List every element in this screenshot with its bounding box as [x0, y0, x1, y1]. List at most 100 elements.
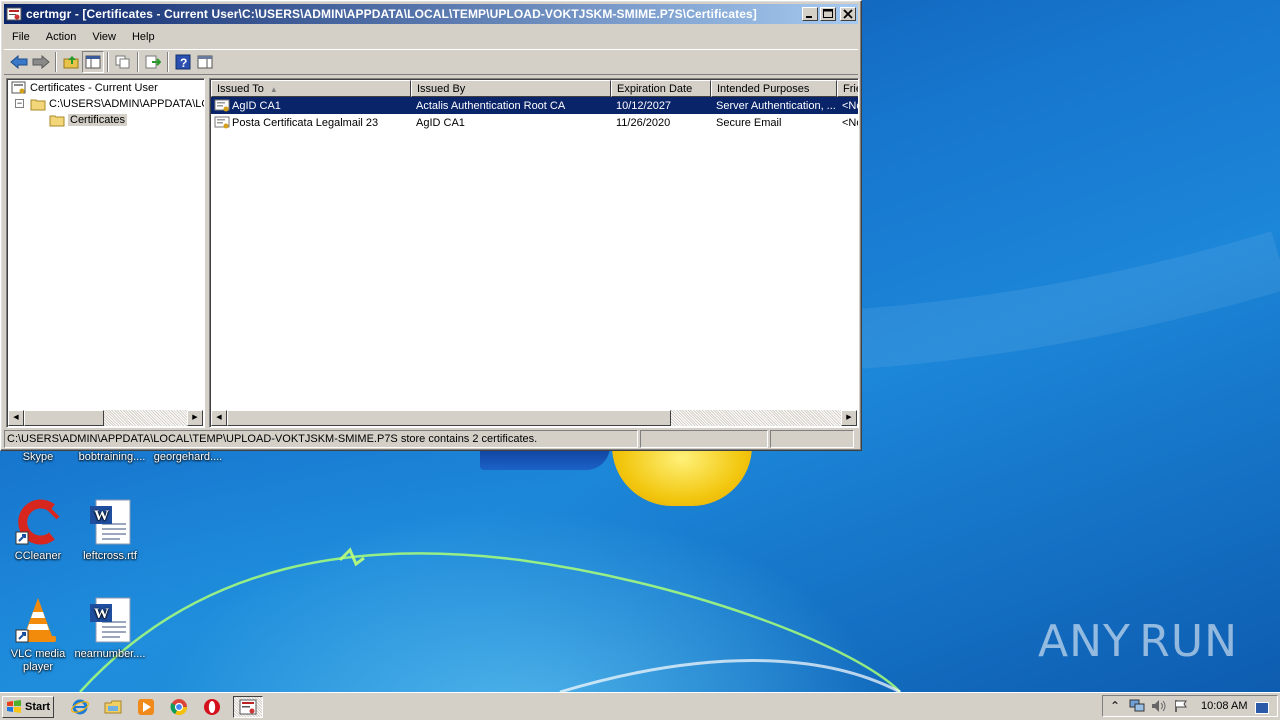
list-horizontal-scrollbar[interactable]: ◀ ▶ [211, 410, 857, 426]
desktop-label-georgehard[interactable]: georgehard.... [150, 451, 226, 463]
svg-text:W: W [94, 508, 109, 524]
help-icon: ? [175, 54, 191, 70]
start-button[interactable]: Start [2, 695, 54, 718]
scroll-left-button[interactable]: ◀ [211, 410, 227, 426]
forward-button[interactable] [30, 51, 52, 73]
close-icon [843, 9, 853, 19]
network-icon[interactable] [1129, 698, 1145, 714]
taskbar-media-player[interactable] [134, 696, 158, 718]
certmgr-icon [239, 699, 257, 714]
show-desktop-button[interactable] [1255, 702, 1269, 714]
watermark-left-text: ANY [1038, 615, 1131, 667]
taskbar-chrome[interactable] [167, 696, 191, 718]
console-tree-icon [85, 55, 101, 69]
cell-text: AgID CA1 [232, 99, 281, 112]
column-expiration-date[interactable]: Expiration Date [611, 80, 711, 97]
menu-help[interactable]: Help [124, 27, 163, 47]
forward-arrow-icon [32, 55, 50, 69]
desktop-icon-nearnumber[interactable]: W nearnumber.... [72, 596, 148, 661]
tree-item-root[interactable]: Certificates - Current User [11, 80, 158, 96]
scrollbar-thumb[interactable] [24, 410, 104, 426]
cell-text: Posta Certificata Legalmail 23 [232, 116, 379, 129]
svg-text:?: ? [180, 56, 187, 70]
menu-action[interactable]: Action [38, 27, 85, 47]
copy-button[interactable] [112, 51, 134, 73]
toolbar: ? [4, 49, 858, 75]
desktop-icon-leftcross[interactable]: W leftcross.rtf [72, 498, 148, 563]
menu-view[interactable]: View [84, 27, 124, 47]
up-one-level-button[interactable] [60, 51, 82, 73]
tree-item-certificates[interactable]: Certificates [49, 112, 128, 128]
column-issued-by[interactable]: Issued By [411, 80, 611, 97]
cell-expiration-date: 10/12/2027 [616, 99, 672, 112]
column-intended-purposes[interactable]: Intended Purposes [711, 80, 837, 97]
export-list-button[interactable] [142, 51, 164, 73]
minimize-icon [806, 16, 812, 18]
ie-icon [71, 699, 89, 714]
table-row[interactable]: Posta Certificata Legalmail 23 AgID CA1 … [211, 114, 858, 131]
taskbar-opera[interactable] [200, 696, 224, 718]
taskbar-certmgr[interactable] [233, 695, 263, 718]
explorer-icon [104, 700, 122, 713]
toolbar-separator [167, 52, 169, 72]
ccleaner-icon [14, 498, 62, 546]
desktop-icon-ccleaner[interactable]: CCleaner [0, 498, 76, 563]
list-header: Issued To ▲ Issued By Expiration Date Int… [211, 80, 858, 97]
taskbar-windows-explorer[interactable] [101, 696, 125, 718]
anyrun-watermark: ANY RUN [1038, 608, 1238, 674]
copy-icon [115, 55, 130, 69]
status-panel [770, 430, 854, 448]
column-friendly-name[interactable]: Friendly Name [837, 80, 858, 97]
cell-intended-purposes: Server Authentication, ... [716, 99, 836, 112]
help-button[interactable]: ? [172, 51, 194, 73]
toolbar-separator [137, 52, 139, 72]
desktop-icon-label: VLC media player [10, 648, 66, 673]
column-label: Intended Purposes [717, 83, 810, 95]
desktop-icon-vlc[interactable]: VLC media player [0, 596, 76, 674]
show-hidden-icons-button[interactable]: ⌃ [1107, 698, 1123, 714]
back-button[interactable] [8, 51, 30, 73]
certificates-list-pane[interactable]: Issued To ▲ Issued By Expiration Date Int… [209, 78, 859, 428]
back-arrow-icon [10, 55, 28, 69]
tree-item-label: Certificates - Current User [30, 82, 158, 94]
certificate-icon [214, 116, 230, 128]
desktop-icon-label: leftcross.rtf [83, 550, 137, 562]
desktop-label-bobtraining[interactable]: bobtraining.... [74, 451, 150, 463]
scrollbar-thumb[interactable] [227, 410, 671, 426]
folder-icon [30, 99, 46, 111]
word-document-icon: W [86, 498, 134, 546]
cell-friendly-name: <None> [842, 116, 858, 129]
taskbar-internet-explorer[interactable] [68, 696, 92, 718]
tree-collapse-toggle[interactable]: − [15, 99, 24, 108]
action-center-flag-icon[interactable] [1173, 698, 1189, 714]
maximize-icon [823, 9, 833, 18]
toolbar-separator [55, 52, 57, 72]
tree-item-store[interactable]: C:\USERS\ADMIN\APPDATA\LOCAL\TEMP\UPLOAD… [30, 96, 204, 112]
close-button[interactable] [840, 7, 856, 21]
show-hide-console-tree-button[interactable] [82, 51, 104, 73]
tree-horizontal-scrollbar[interactable]: ◀ ▶ [8, 410, 203, 426]
maximize-button[interactable] [820, 7, 836, 21]
scroll-left-button[interactable]: ◀ [8, 410, 24, 426]
table-row[interactable]: AgID CA1 Actalis Authentication Root CA … [211, 97, 858, 114]
folder-icon [49, 115, 65, 127]
window-title: certmgr - [Certificates - Current User\C… [26, 7, 757, 21]
minimize-button[interactable] [802, 7, 818, 21]
scroll-right-button[interactable]: ▶ [187, 410, 203, 426]
desktop-label-skype[interactable]: Skype [0, 451, 76, 463]
window-titlebar[interactable]: certmgr - [Certificates - Current User\C… [4, 4, 858, 24]
clock[interactable]: 10:08 AM [1201, 700, 1247, 712]
console-tree-pane[interactable]: Certificates - Current User − C:\USERS\A… [6, 78, 205, 428]
properties-pane-button[interactable] [194, 51, 216, 73]
certificate-icon [214, 99, 230, 111]
menu-file[interactable]: File [4, 27, 38, 47]
volume-icon[interactable] [1151, 698, 1167, 714]
scroll-right-button[interactable]: ▶ [841, 410, 857, 426]
column-label: Issued By [417, 83, 466, 95]
tree-item-label: C:\USERS\ADMIN\APPDATA\LOCAL\TEMP\UPLOAD… [49, 98, 204, 110]
quick-launch [68, 695, 263, 718]
desktop-icon-label: CCleaner [14, 550, 62, 562]
cell-friendly-name: <None> [842, 99, 858, 112]
column-issued-to[interactable]: Issued To ▲ [211, 80, 411, 97]
menu-bar: File Action View Help [4, 27, 858, 47]
